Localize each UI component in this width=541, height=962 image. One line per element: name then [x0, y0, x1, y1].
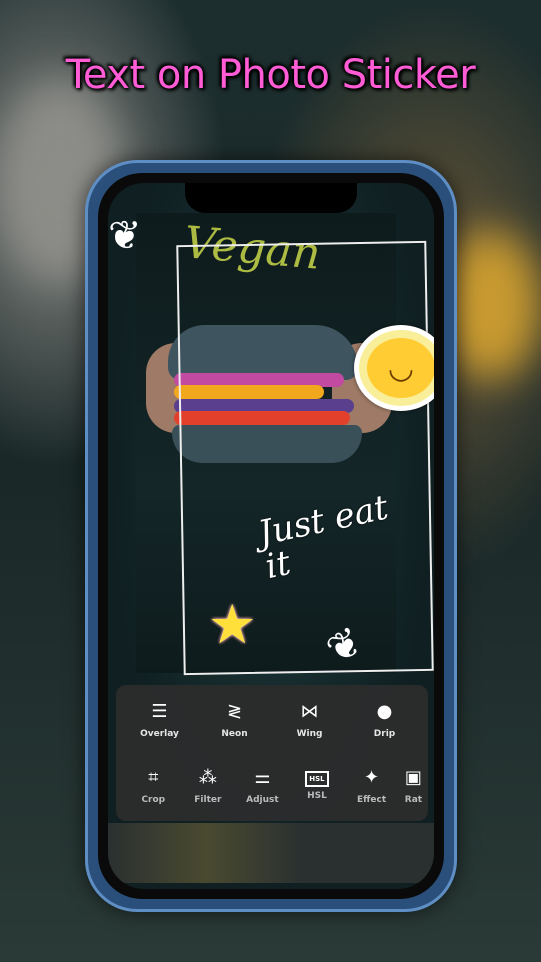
tool-neon[interactable]: ≷ Neon	[200, 699, 270, 739]
tool-effect[interactable]: ✦ Effect	[344, 765, 399, 805]
smiley-face-icon: ◡	[367, 338, 434, 398]
tool-wing[interactable]: ⋈ Wing	[275, 699, 345, 739]
tool-label: HSL	[307, 791, 327, 801]
zigzag-icon: ≷	[226, 701, 243, 722]
tool-overlay[interactable]: ☰ Overlay	[125, 699, 195, 739]
phone-frame: Vegan Just eat it ◡ ★ ❦ ❦ ☰ Overlay ≷ Neon…	[85, 160, 457, 912]
tool-adjust[interactable]: ⚌ Adjust	[235, 765, 290, 805]
tool-crop[interactable]: ⌗ Crop	[126, 765, 181, 805]
magic-wand-icon: ✦	[363, 767, 380, 788]
tool-hsl[interactable]: HSL HSL	[290, 765, 345, 805]
sliders-icon: ⚌	[254, 767, 271, 788]
tool-label: Rat	[404, 795, 423, 805]
tool-label: Crop	[141, 795, 166, 805]
ratio-icon: ▣	[404, 767, 422, 788]
tool-filter[interactable]: ⁂ Filter	[181, 765, 236, 805]
notch	[185, 183, 357, 213]
tool-label: Overlay	[140, 729, 179, 739]
butterfly-icon: ⋈	[300, 701, 319, 722]
layers-icon: ☰	[151, 701, 168, 722]
tool-label: Drip	[373, 729, 396, 739]
editor-screen: Vegan Just eat it ◡ ★ ❦ ❦ ☰ Overlay ≷ Neon…	[108, 183, 434, 889]
star-sticker[interactable]: ★	[208, 593, 256, 656]
tool-label: Adjust	[246, 795, 279, 805]
promo-title: Text on Photo Sticker	[65, 52, 476, 98]
tool-label: Effect	[356, 795, 387, 805]
tool-label: Neon	[221, 729, 248, 739]
tools-panel: ☰ Overlay ≷ Neon ⋈ Wing ● Drip ⌗ Crop ⁂ Filter…	[116, 685, 428, 821]
photo-canvas[interactable]: Vegan Just eat it ◡ ★	[136, 213, 434, 676]
hsl-icon: HSL	[305, 771, 329, 787]
tool-drip[interactable]: ● Drip	[350, 699, 420, 739]
filter-circles-icon: ⁂	[198, 767, 217, 788]
tool-label: Filter	[194, 795, 222, 805]
background-strip	[108, 823, 434, 883]
crop-icon: ⌗	[148, 767, 159, 788]
tool-ratio[interactable]: ▣ Rat	[399, 765, 428, 805]
leaf-sticker-icon[interactable]: ❦	[108, 213, 142, 259]
drip-icon: ●	[376, 701, 393, 722]
tool-label: Wing	[296, 729, 323, 739]
